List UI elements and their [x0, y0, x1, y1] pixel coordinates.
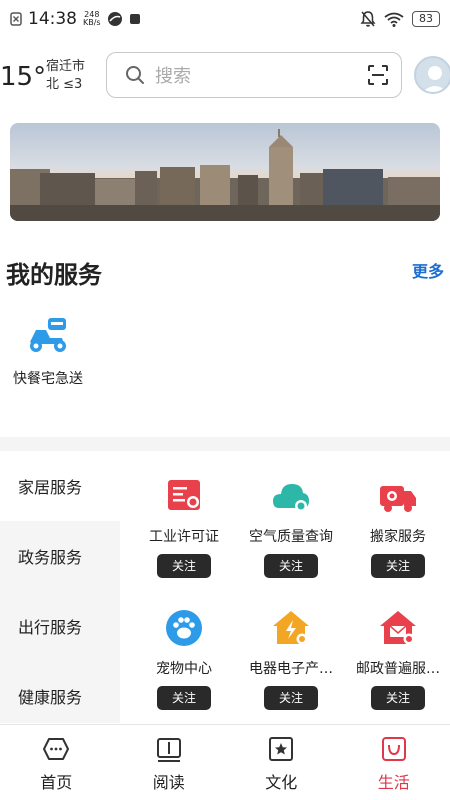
tab-home[interactable]: 首页: [0, 725, 113, 800]
follow-button[interactable]: 关注: [371, 554, 425, 578]
service-item-appliance[interactable]: 电器电子产… 关注: [237, 608, 345, 710]
scooter-icon: [30, 318, 66, 352]
life-icon: [381, 737, 406, 761]
service-name: 邮政普遍服…: [356, 661, 440, 677]
app-square-icon: [129, 14, 140, 24]
wifi-icon: [384, 12, 404, 27]
header: 15° 宿迁市 北 ≤3 搜索: [0, 48, 450, 100]
cloud-icon: [273, 484, 309, 512]
my-services-title: 我的服务: [6, 261, 102, 289]
category-travel-service[interactable]: 出行服务: [0, 591, 120, 661]
search-icon: [126, 66, 144, 84]
truck-icon: [380, 486, 416, 512]
search-input[interactable]: 搜索: [106, 52, 402, 98]
section-divider: [0, 437, 450, 451]
tab-label: 阅读: [152, 773, 185, 792]
paw-icon: [166, 610, 202, 646]
city-name: 宿迁市: [46, 59, 86, 74]
more-link[interactable]: 更多: [412, 258, 444, 282]
temperature: 15°: [0, 62, 47, 92]
tab-label: 文化: [265, 773, 298, 792]
network-speed-unit: KB/s: [83, 18, 101, 27]
service-item-air-quality[interactable]: 空气质量查询 关注: [237, 476, 345, 578]
category-label: 家居服务: [18, 478, 83, 497]
service-item-moving[interactable]: 搬家服务 关注: [344, 476, 450, 578]
network-speed: 248 KB/s: [83, 11, 101, 27]
city-skyline-image: [10, 129, 440, 221]
follow-button[interactable]: 关注: [157, 554, 211, 578]
bottom-tab-bar: 首页 阅读 文化 生活: [0, 724, 450, 800]
user-icon: [422, 66, 448, 92]
service-name: 搬家服务: [370, 529, 426, 545]
service-item-pet-center[interactable]: 宠物中心 关注: [130, 608, 238, 710]
service-name: 空气质量查询: [249, 529, 333, 545]
category-sidebar: 家居服务 政务服务 出行服务 健康服务: [0, 451, 120, 723]
tab-label: 首页: [40, 773, 73, 792]
my-service-label: 快餐宅急送: [13, 371, 83, 387]
bell-off-icon: [360, 11, 376, 27]
tab-label: 生活: [377, 773, 410, 792]
my-service-item[interactable]: 快餐宅急送: [8, 314, 88, 388]
wind-info: 北 ≤3: [46, 77, 83, 92]
book-icon: [156, 738, 181, 762]
category-label: 政务服务: [18, 548, 83, 567]
category-government-service[interactable]: 政务服务: [0, 521, 120, 591]
tab-culture[interactable]: 文化: [225, 725, 338, 800]
service-item-license[interactable]: 工业许可证 关注: [130, 476, 238, 578]
tab-life[interactable]: 生活: [338, 725, 450, 800]
weather-info[interactable]: 宿迁市 北 ≤3: [46, 58, 85, 94]
category-home-service[interactable]: 家居服务: [0, 451, 120, 521]
service-item-postal[interactable]: 邮政普遍服… 关注: [344, 608, 450, 710]
appliance-icon: [273, 611, 309, 645]
follow-button[interactable]: 关注: [157, 686, 211, 710]
home-icon: [43, 738, 70, 760]
category-label: 出行服务: [18, 618, 83, 637]
mail-icon: [380, 611, 416, 645]
status-time: 14:38: [28, 9, 77, 29]
notification-close-icon: [10, 12, 22, 26]
tab-reading[interactable]: 阅读: [113, 725, 226, 800]
culture-icon: [269, 737, 294, 761]
category-label: 健康服务: [18, 688, 83, 707]
follow-button[interactable]: 关注: [264, 554, 318, 578]
status-bar: 14:38 248 KB/s 83: [0, 0, 450, 38]
app-notification-icon: [107, 12, 122, 26]
service-name: 电器电子产…: [249, 661, 333, 677]
city-banner-image[interactable]: [10, 123, 440, 221]
scan-icon[interactable]: [367, 64, 389, 86]
category-health-service[interactable]: 健康服务: [0, 661, 120, 731]
service-name: 工业许可证: [149, 529, 219, 545]
search-placeholder: 搜索: [155, 66, 191, 87]
follow-button[interactable]: 关注: [264, 686, 318, 710]
license-icon: [168, 480, 200, 510]
avatar[interactable]: [414, 56, 450, 94]
service-name: 宠物中心: [156, 661, 212, 677]
battery-indicator: 83: [412, 11, 440, 27]
follow-button[interactable]: 关注: [371, 686, 425, 710]
